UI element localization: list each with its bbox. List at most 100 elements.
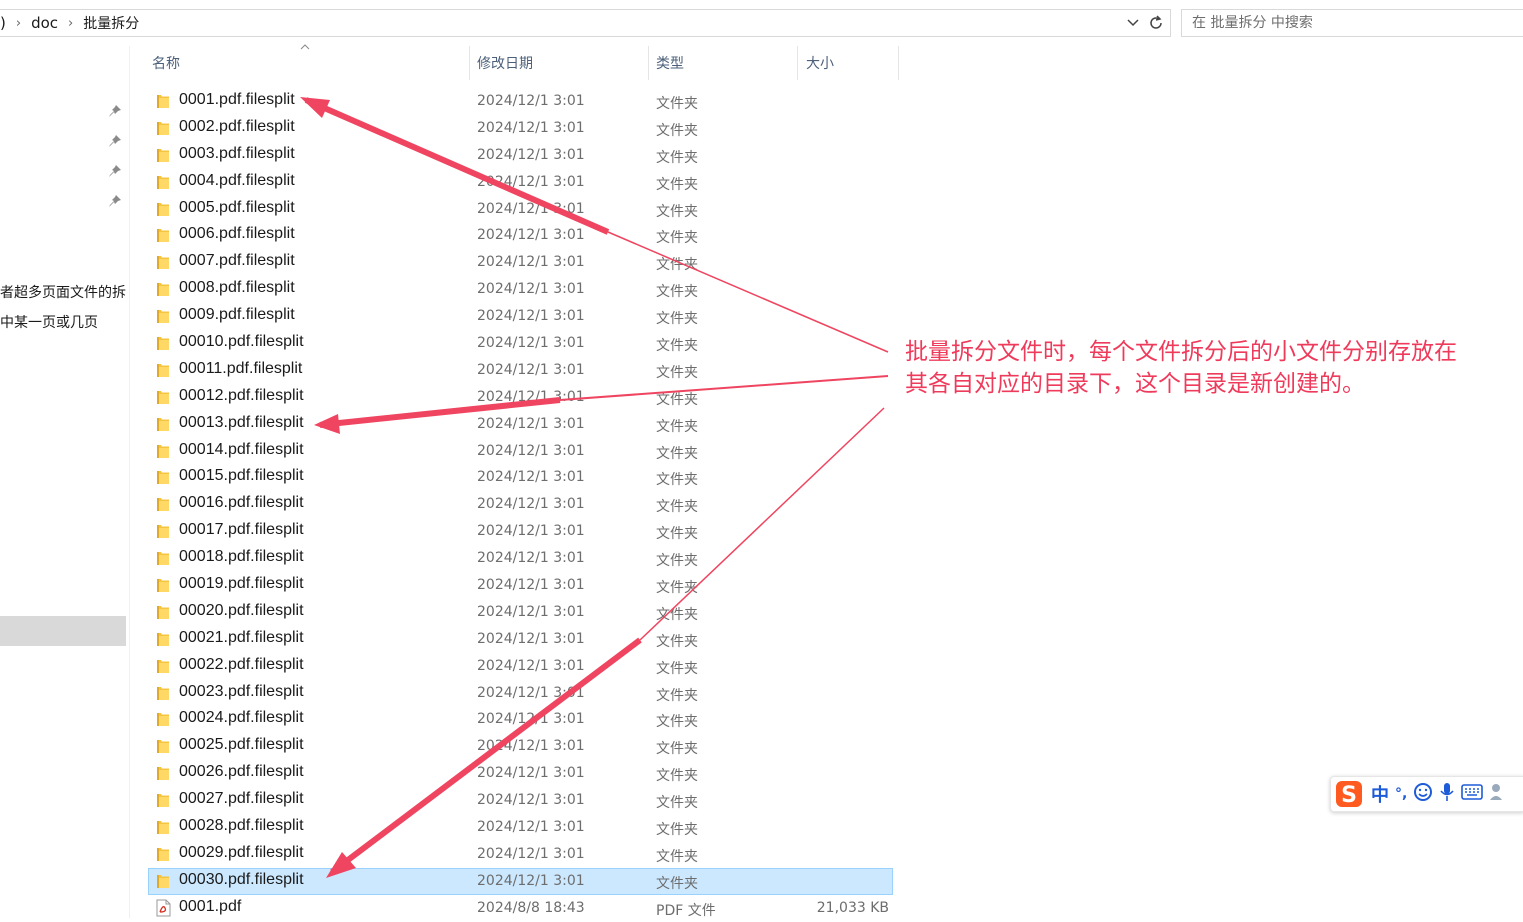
file-name[interactable]: 0006.pdf.filesplit bbox=[179, 225, 295, 243]
file-row[interactable]: 00028.pdf.filesplit 2024/12/1 3:01 文件夹 bbox=[148, 814, 893, 841]
file-name[interactable]: 0008.pdf.filesplit bbox=[179, 279, 295, 297]
file-name[interactable]: 00012.pdf.filesplit bbox=[179, 387, 304, 405]
file-row[interactable]: 0007.pdf.filesplit 2024/12/1 3:01 文件夹 bbox=[148, 249, 893, 276]
file-name[interactable]: 00018.pdf.filesplit bbox=[179, 548, 304, 566]
search-box[interactable] bbox=[1181, 9, 1523, 37]
file-row[interactable]: 0002.pdf.filesplit 2024/12/1 3:01 文件夹 bbox=[148, 115, 893, 142]
file-row[interactable]: 00016.pdf.filesplit 2024/12/1 3:01 文件夹 bbox=[148, 491, 893, 518]
file-row[interactable]: 00021.pdf.filesplit 2024/12/1 3:01 文件夹 bbox=[148, 626, 893, 653]
file-name[interactable]: 00027.pdf.filesplit bbox=[179, 790, 304, 808]
file-name[interactable]: 00015.pdf.filesplit bbox=[179, 467, 304, 485]
nav-item-selected[interactable] bbox=[0, 616, 126, 646]
column-divider[interactable] bbox=[469, 46, 470, 80]
file-name[interactable]: 0003.pdf.filesplit bbox=[179, 145, 295, 163]
chevron-down-icon[interactable] bbox=[1124, 14, 1142, 32]
file-row[interactable]: 00014.pdf.filesplit 2024/12/1 3:01 文件夹 bbox=[148, 438, 893, 465]
file-type: 文件夹 bbox=[656, 203, 698, 220]
file-row[interactable]: 00011.pdf.filesplit 2024/12/1 3:01 文件夹 bbox=[148, 357, 893, 384]
column-header-date[interactable]: 修改日期 bbox=[477, 46, 533, 80]
file-name[interactable]: 00016.pdf.filesplit bbox=[179, 494, 304, 512]
column-divider[interactable] bbox=[797, 46, 798, 80]
file-row[interactable]: 00030.pdf.filesplit 2024/12/1 3:01 文件夹 bbox=[148, 867, 893, 895]
ime-toolbar[interactable]: S 中 °, bbox=[1330, 776, 1523, 812]
file-name[interactable]: 00026.pdf.filesplit bbox=[179, 763, 304, 781]
ime-mode-toggle[interactable]: 中 bbox=[1371, 781, 1389, 807]
file-row[interactable]: 0003.pdf.filesplit 2024/12/1 3:01 文件夹 bbox=[148, 142, 893, 169]
file-name[interactable]: 00022.pdf.filesplit bbox=[179, 656, 304, 674]
refresh-icon[interactable] bbox=[1146, 13, 1166, 33]
microphone-icon[interactable] bbox=[1439, 782, 1455, 807]
search-input[interactable] bbox=[1190, 14, 1514, 32]
user-icon[interactable] bbox=[1489, 782, 1503, 807]
file-row[interactable]: 00023.pdf.filesplit 2024/12/1 3:01 文件夹 bbox=[148, 680, 893, 707]
sogou-logo-icon[interactable]: S bbox=[1333, 779, 1365, 809]
annotation-line-1: 批量拆分文件时，每个文件拆分后的小文件分别存放在 bbox=[905, 339, 1457, 365]
file-name[interactable]: 00017.pdf.filesplit bbox=[179, 521, 304, 539]
file-row[interactable]: 00022.pdf.filesplit 2024/12/1 3:01 文件夹 bbox=[148, 653, 893, 680]
file-row[interactable]: 0005.pdf.filesplit 2024/12/1 3:01 文件夹 bbox=[148, 196, 893, 223]
column-divider[interactable] bbox=[898, 46, 899, 80]
ime-punctuation-toggle[interactable]: °, bbox=[1395, 786, 1407, 802]
column-header-size[interactable]: 大小 bbox=[806, 46, 834, 80]
file-name[interactable]: 00029.pdf.filesplit bbox=[179, 844, 304, 862]
nav-item-long-doc[interactable]: 者超多页面文件的拆 bbox=[0, 282, 126, 302]
file-name[interactable]: 0001.pdf bbox=[179, 898, 241, 916]
file-name[interactable]: 0005.pdf.filesplit bbox=[179, 199, 295, 217]
file-row[interactable]: 00013.pdf.filesplit 2024/12/1 3:01 文件夹 bbox=[148, 411, 893, 438]
file-name[interactable]: 00024.pdf.filesplit bbox=[179, 709, 304, 727]
file-name[interactable]: 0009.pdf.filesplit bbox=[179, 306, 295, 324]
file-name[interactable]: 0004.pdf.filesplit bbox=[179, 172, 295, 190]
file-row[interactable]: 00010.pdf.filesplit 2024/12/1 3:01 文件夹 bbox=[148, 330, 893, 357]
file-name[interactable]: 00028.pdf.filesplit bbox=[179, 817, 304, 835]
keyboard-icon[interactable] bbox=[1461, 783, 1484, 805]
folder-icon bbox=[156, 308, 170, 324]
file-row[interactable]: 00025.pdf.filesplit 2024/12/1 3:01 文件夹 bbox=[148, 733, 893, 760]
file-type: 文件夹 bbox=[656, 580, 698, 597]
file-row[interactable]: 0008.pdf.filesplit 2024/12/1 3:01 文件夹 bbox=[148, 276, 893, 303]
file-row[interactable]: 00019.pdf.filesplit 2024/12/1 3:01 文件夹 bbox=[148, 572, 893, 599]
breadcrumb-current[interactable]: 批量拆分 bbox=[83, 13, 139, 33]
file-type: 文件夹 bbox=[656, 364, 698, 381]
emoji-icon[interactable] bbox=[1413, 782, 1433, 807]
file-name[interactable]: 0007.pdf.filesplit bbox=[179, 252, 295, 270]
file-name[interactable]: 0001.pdf.filesplit bbox=[179, 91, 295, 109]
file-row[interactable]: 00027.pdf.filesplit 2024/12/1 3:01 文件夹 bbox=[148, 787, 893, 814]
file-name[interactable]: 00014.pdf.filesplit bbox=[179, 441, 304, 459]
file-row[interactable]: 0004.pdf.filesplit 2024/12/1 3:01 文件夹 bbox=[148, 169, 893, 196]
chevron-right-icon: › bbox=[15, 15, 22, 31]
file-name[interactable]: 00023.pdf.filesplit bbox=[179, 683, 304, 701]
column-header-name[interactable]: 名称 bbox=[152, 46, 180, 80]
file-row[interactable]: 00020.pdf.filesplit 2024/12/1 3:01 文件夹 bbox=[148, 599, 893, 626]
nav-item-page-doc[interactable]: 中某一页或几页 bbox=[0, 312, 98, 332]
file-type: 文件夹 bbox=[656, 822, 698, 839]
file-row[interactable]: 00029.pdf.filesplit 2024/12/1 3:01 文件夹 bbox=[148, 841, 893, 868]
file-row[interactable]: 0009.pdf.filesplit 2024/12/1 3:01 文件夹 bbox=[148, 303, 893, 330]
file-row[interactable]: 0006.pdf.filesplit 2024/12/1 3:01 文件夹 bbox=[148, 222, 893, 249]
pane-divider[interactable] bbox=[129, 46, 130, 918]
file-name[interactable]: 00030.pdf.filesplit bbox=[179, 871, 304, 889]
file-row[interactable]: 0001.pdf.filesplit 2024/12/1 3:01 文件夹 bbox=[148, 88, 893, 115]
file-name[interactable]: 00019.pdf.filesplit bbox=[179, 575, 304, 593]
file-name[interactable]: 00021.pdf.filesplit bbox=[179, 629, 304, 647]
column-header-type[interactable]: 类型 bbox=[656, 46, 684, 80]
file-row[interactable]: 00026.pdf.filesplit 2024/12/1 3:01 文件夹 bbox=[148, 760, 893, 787]
chevron-right-icon: › bbox=[68, 15, 74, 31]
file-name[interactable]: 00020.pdf.filesplit bbox=[179, 602, 304, 620]
column-divider[interactable] bbox=[648, 46, 649, 80]
file-row[interactable]: 00017.pdf.filesplit 2024/12/1 3:01 文件夹 bbox=[148, 518, 893, 545]
file-name[interactable]: 00011.pdf.filesplit bbox=[179, 360, 302, 378]
address-bar[interactable]: ) › doc › 批量拆分 bbox=[0, 9, 1171, 37]
file-row[interactable]: 00024.pdf.filesplit 2024/12/1 3:01 文件夹 bbox=[148, 706, 893, 733]
file-name[interactable]: 00013.pdf.filesplit bbox=[179, 414, 304, 432]
file-type: 文件夹 bbox=[656, 418, 698, 435]
folder-icon bbox=[156, 577, 170, 593]
file-name[interactable]: 0002.pdf.filesplit bbox=[179, 118, 295, 136]
breadcrumb-root[interactable]: ) bbox=[0, 14, 6, 32]
breadcrumb-doc[interactable]: doc bbox=[31, 14, 58, 32]
file-name[interactable]: 00010.pdf.filesplit bbox=[179, 333, 304, 351]
file-name[interactable]: 00025.pdf.filesplit bbox=[179, 736, 304, 754]
folder-icon bbox=[156, 496, 170, 512]
file-row[interactable]: 00015.pdf.filesplit 2024/12/1 3:01 文件夹 bbox=[148, 464, 893, 491]
file-row[interactable]: 00018.pdf.filesplit 2024/12/1 3:01 文件夹 bbox=[148, 545, 893, 572]
file-row[interactable]: 00012.pdf.filesplit 2024/12/1 3:01 文件夹 bbox=[148, 384, 893, 411]
